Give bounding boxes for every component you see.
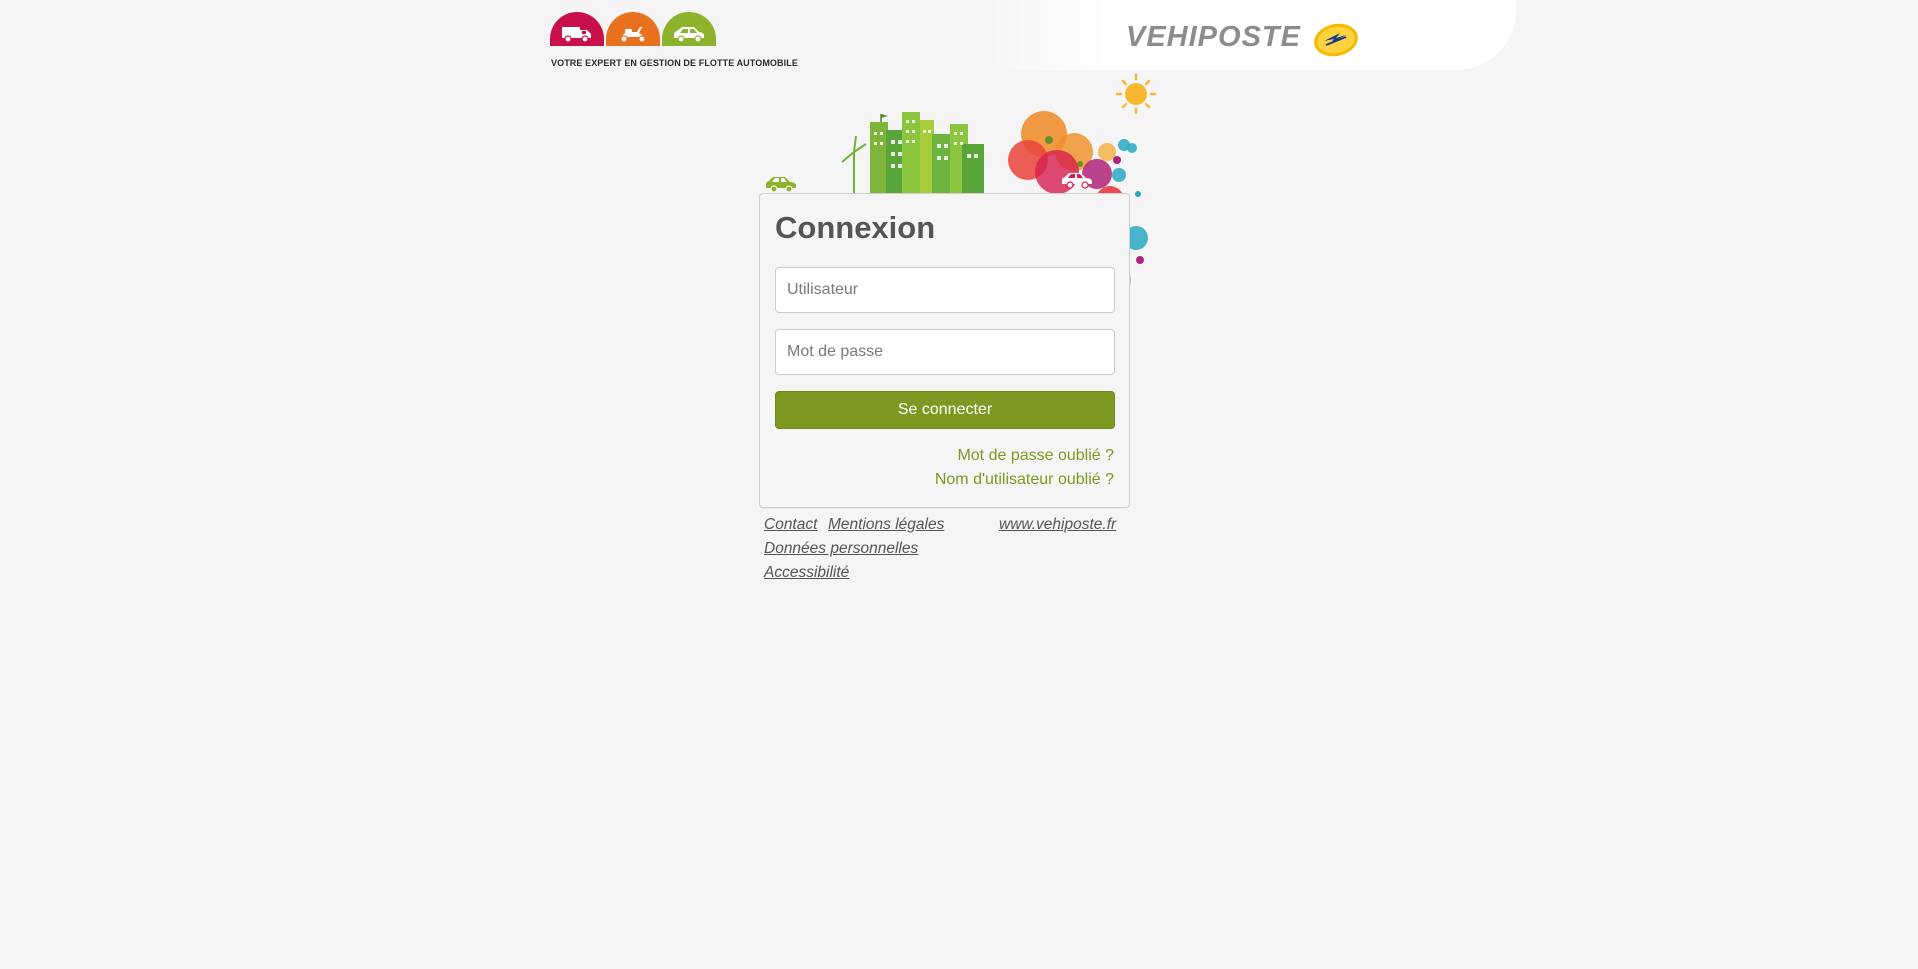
small-car-icon: [766, 177, 796, 193]
login-button[interactable]: Se connecter: [775, 391, 1115, 429]
login-title: Connexion: [775, 210, 936, 245]
login-panel: Connexion Se connecter Mot de passe oubl…: [759, 193, 1130, 508]
login-page: VOTRE EXPERT EN GESTION DE FLOTTE AUTOMO…: [0, 0, 1918, 969]
sun-icon: [1115, 73, 1157, 115]
brand-icons: [550, 12, 716, 46]
vehiposte-logo: VEHIPOSTE: [1126, 21, 1301, 53]
buildings: [870, 112, 984, 194]
website-link[interactable]: www.vehiposte.fr: [999, 516, 1116, 534]
username-input[interactable]: [775, 267, 1115, 313]
forgot-password-link[interactable]: Mot de passe oublié ?: [957, 447, 1114, 465]
forgot-username-link[interactable]: Nom d'utilisateur oublié ?: [935, 471, 1114, 489]
scooter-icon: [606, 12, 660, 46]
truck-icon: [550, 12, 604, 46]
wind-turbine-icon: [841, 135, 867, 194]
password-input[interactable]: [775, 329, 1115, 375]
la-poste-emblem-icon: [1314, 23, 1358, 57]
tagline: VOTRE EXPERT EN GESTION DE FLOTTE AUTOMO…: [551, 58, 798, 68]
personal-data-link[interactable]: Données personnelles: [764, 540, 918, 558]
contact-link[interactable]: Contact: [764, 516, 817, 534]
car-icon: [662, 12, 716, 46]
accessibility-link[interactable]: Accessibilité: [764, 564, 849, 582]
legal-notice-link[interactable]: Mentions légales: [828, 516, 944, 534]
